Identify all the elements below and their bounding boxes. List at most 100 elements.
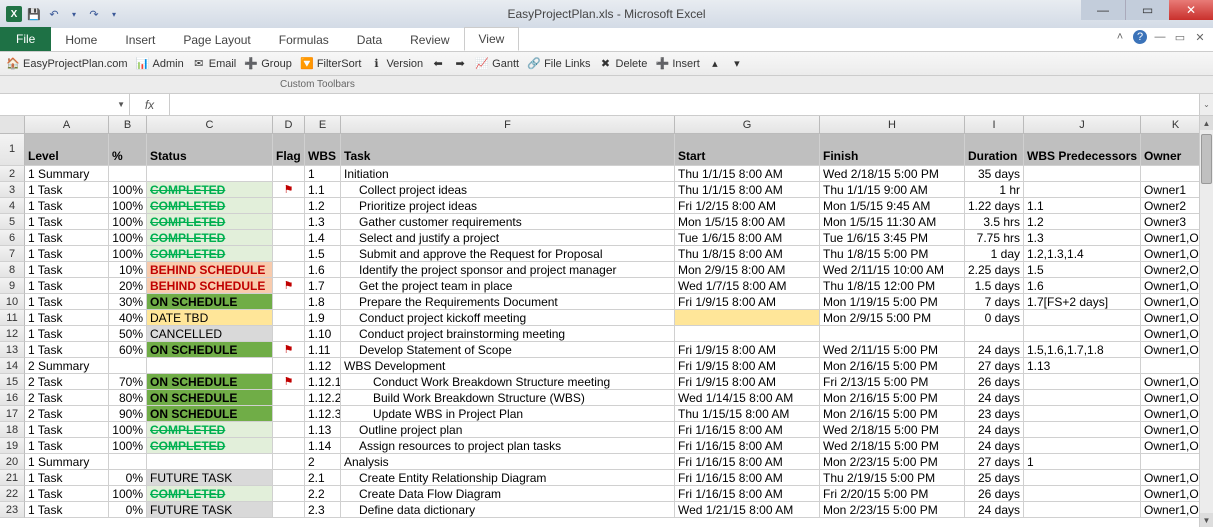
cell-r8-c2[interactable]: BEHIND SCHEDULE xyxy=(147,262,273,278)
row-header-16[interactable]: 16 xyxy=(0,390,25,406)
cell-r7-c0[interactable]: 1 Task xyxy=(25,246,109,262)
cell-r17-c2[interactable]: ON SCHEDULE xyxy=(147,406,273,422)
cell-r22-c7[interactable]: Fri 2/20/15 5:00 PM xyxy=(820,486,965,502)
toolbar-item-4[interactable]: 🔽FilterSort xyxy=(300,57,362,71)
cell-r4-c7[interactable]: Mon 1/5/15 9:45 AM xyxy=(820,198,965,214)
cell-r3-c2[interactable]: COMPLETED xyxy=(147,182,273,198)
cell-r5-c9[interactable]: 1.2 xyxy=(1024,214,1141,230)
cell-r16-c6[interactable]: Wed 1/14/15 8:00 AM xyxy=(675,390,820,406)
cell-r21-c2[interactable]: FUTURE TASK xyxy=(147,470,273,486)
cell-r16-c0[interactable]: 2 Task xyxy=(25,390,109,406)
row-header-3[interactable]: 3 xyxy=(0,182,25,198)
cell-r8-c4[interactable]: 1.6 xyxy=(305,262,341,278)
header-start[interactable]: Start xyxy=(675,134,820,166)
cell-r10-c3[interactable] xyxy=(273,294,305,310)
cell-r15-c8[interactable]: 26 days xyxy=(965,374,1024,390)
cell-r19-c7[interactable]: Wed 2/18/15 5:00 PM xyxy=(820,438,965,454)
cell-r17-c6[interactable]: Thu 1/15/15 8:00 AM xyxy=(675,406,820,422)
undo-icon[interactable]: ↶ xyxy=(46,6,62,22)
cell-r16-c8[interactable]: 24 days xyxy=(965,390,1024,406)
cell-r5-c4[interactable]: 1.3 xyxy=(305,214,341,230)
row-header-13[interactable]: 13 xyxy=(0,342,25,358)
cell-r17-c5[interactable]: Update WBS in Project Plan xyxy=(341,406,675,422)
cell-r23-c7[interactable]: Mon 2/23/15 5:00 PM xyxy=(820,502,965,518)
toolbar-item-10[interactable]: ✖Delete xyxy=(599,57,648,71)
tab-insert[interactable]: Insert xyxy=(111,29,169,51)
cell-r12-c6[interactable] xyxy=(675,326,820,342)
cell-r2-c0[interactable]: 1 Summary xyxy=(25,166,109,182)
cell-r14-c6[interactable]: Fri 1/9/15 8:00 AM xyxy=(675,358,820,374)
cell-r6-c8[interactable]: 7.75 hrs xyxy=(965,230,1024,246)
cell-r6-c7[interactable]: Tue 1/6/15 3:45 PM xyxy=(820,230,965,246)
redo-icon[interactable]: ↷ xyxy=(86,6,102,22)
cell-r7-c5[interactable]: Submit and approve the Request for Propo… xyxy=(341,246,675,262)
cell-r11-c1[interactable]: 40% xyxy=(109,310,147,326)
cell-r3-c0[interactable]: 1 Task xyxy=(25,182,109,198)
cell-r14-c5[interactable]: WBS Development xyxy=(341,358,675,374)
cell-r11-c3[interactable] xyxy=(273,310,305,326)
cell-r19-c0[interactable]: 1 Task xyxy=(25,438,109,454)
cell-r6-c5[interactable]: Select and justify a project xyxy=(341,230,675,246)
tab-home[interactable]: Home xyxy=(51,29,111,51)
row-header-10[interactable]: 10 xyxy=(0,294,25,310)
scroll-up-icon[interactable]: ▲ xyxy=(1200,116,1213,130)
cell-r4-c8[interactable]: 1.22 days xyxy=(965,198,1024,214)
cell-r13-c0[interactable]: 1 Task xyxy=(25,342,109,358)
cell-r21-c4[interactable]: 2.1 xyxy=(305,470,341,486)
cell-r13-c8[interactable]: 24 days xyxy=(965,342,1024,358)
cell-r13-c5[interactable]: Develop Statement of Scope xyxy=(341,342,675,358)
cell-r14-c1[interactable] xyxy=(109,358,147,374)
cell-r17-c3[interactable] xyxy=(273,406,305,422)
cell-r7-c6[interactable]: Thu 1/8/15 8:00 AM xyxy=(675,246,820,262)
cell-r4-c2[interactable]: COMPLETED xyxy=(147,198,273,214)
tab-file[interactable]: File xyxy=(0,27,51,51)
cell-r7-c7[interactable]: Thu 1/8/15 5:00 PM xyxy=(820,246,965,262)
row-header-4[interactable]: 4 xyxy=(0,198,25,214)
cell-r14-c4[interactable]: 1.12 xyxy=(305,358,341,374)
cell-r7-c9[interactable]: 1.2,1.3,1.4 xyxy=(1024,246,1141,262)
column-header-A[interactable]: A xyxy=(25,116,109,134)
cell-r18-c1[interactable]: 100% xyxy=(109,422,147,438)
cell-r16-c5[interactable]: Build Work Breakdown Structure (WBS) xyxy=(341,390,675,406)
cell-r3-c4[interactable]: 1.1 xyxy=(305,182,341,198)
cell-r9-c2[interactable]: BEHIND SCHEDULE xyxy=(147,278,273,294)
toolbar-item-13[interactable]: ▾ xyxy=(730,57,744,71)
cell-r15-c1[interactable]: 70% xyxy=(109,374,147,390)
ribbon-minimize-icon[interactable]: ˄ xyxy=(1113,30,1127,44)
cell-r9-c0[interactable]: 1 Task xyxy=(25,278,109,294)
qat-dropdown-icon[interactable]: ▾ xyxy=(66,6,82,22)
cell-r2-c3[interactable] xyxy=(273,166,305,182)
cell-r15-c5[interactable]: Conduct Work Breakdown Structure meeting xyxy=(341,374,675,390)
cell-r22-c4[interactable]: 2.2 xyxy=(305,486,341,502)
cell-r2-c5[interactable]: Initiation xyxy=(341,166,675,182)
cell-r7-c4[interactable]: 1.5 xyxy=(305,246,341,262)
cell-r12-c0[interactable]: 1 Task xyxy=(25,326,109,342)
toolbar-item-1[interactable]: 📊Admin xyxy=(136,57,184,71)
toolbar-item-7[interactable]: ➡ xyxy=(453,57,467,71)
cell-r11-c4[interactable]: 1.9 xyxy=(305,310,341,326)
cell-r23-c3[interactable] xyxy=(273,502,305,518)
row-header-5[interactable]: 5 xyxy=(0,214,25,230)
cell-r6-c3[interactable] xyxy=(273,230,305,246)
toolbar-item-5[interactable]: ℹVersion xyxy=(369,57,423,71)
toolbar-item-0[interactable]: 🏠EasyProjectPlan.com xyxy=(6,57,128,71)
toolbar-item-6[interactable]: ⬅ xyxy=(431,57,445,71)
header-pred[interactable]: WBS Predecessors xyxy=(1024,134,1141,166)
cell-r19-c6[interactable]: Fri 1/16/15 8:00 AM xyxy=(675,438,820,454)
tab-data[interactable]: Data xyxy=(343,29,396,51)
cell-r3-c3[interactable]: ⚑ xyxy=(273,182,305,198)
cell-r5-c0[interactable]: 1 Task xyxy=(25,214,109,230)
column-header-J[interactable]: J xyxy=(1024,116,1141,134)
column-header-H[interactable]: H xyxy=(820,116,965,134)
cell-r5-c3[interactable] xyxy=(273,214,305,230)
cell-r23-c4[interactable]: 2.3 xyxy=(305,502,341,518)
scroll-thumb[interactable] xyxy=(1201,134,1212,184)
row-header-11[interactable]: 11 xyxy=(0,310,25,326)
row-header-12[interactable]: 12 xyxy=(0,326,25,342)
save-icon[interactable]: 💾 xyxy=(26,6,42,22)
cell-r20-c0[interactable]: 1 Summary xyxy=(25,454,109,470)
cell-r15-c7[interactable]: Fri 2/13/15 5:00 PM xyxy=(820,374,965,390)
cell-r10-c5[interactable]: Prepare the Requirements Document xyxy=(341,294,675,310)
cell-r4-c0[interactable]: 1 Task xyxy=(25,198,109,214)
cell-r16-c3[interactable] xyxy=(273,390,305,406)
